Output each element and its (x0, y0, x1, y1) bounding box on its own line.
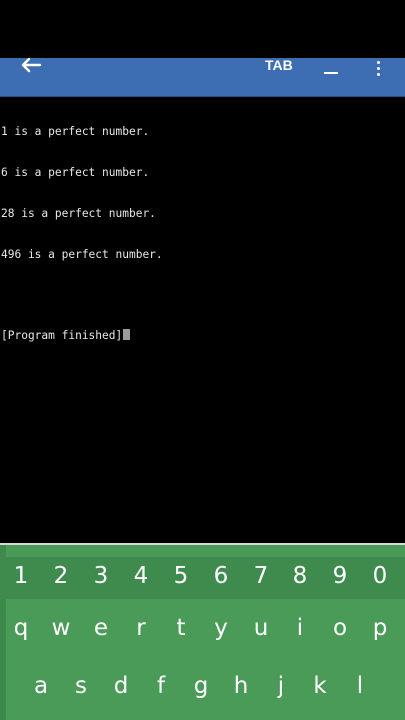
key-t[interactable]: t (161, 603, 201, 655)
key-9[interactable]: 9 (320, 557, 360, 599)
terminal-line: 496 is a perfect number. (1, 247, 163, 261)
extra-keys-toolbar: TAB (0, 57, 405, 97)
tab-key[interactable]: TAB (265, 58, 293, 72)
key-j[interactable]: j (261, 661, 301, 713)
key-h[interactable]: h (221, 661, 261, 713)
key-r[interactable]: r (121, 603, 161, 655)
text-cursor (123, 329, 131, 341)
key-o[interactable]: o (320, 603, 360, 655)
letter-row-top: q w e r t y u i o p (0, 603, 405, 655)
arrow-left-icon[interactable] (18, 57, 44, 78)
letter-row-middle: a s d f g h j k l (0, 661, 405, 713)
key-d[interactable]: d (101, 661, 141, 713)
key-6[interactable]: 6 (201, 557, 241, 599)
key-q[interactable]: q (1, 603, 41, 655)
terminal-line: [Program finished] (1, 329, 123, 343)
key-l[interactable]: l (340, 661, 380, 713)
terminal-line-cursor: [Program finished] (1, 329, 405, 343)
terminal-screen: TAB 1 is a perfect number. 6 is a perfec… (0, 0, 405, 720)
minimize-icon[interactable] (322, 58, 340, 78)
key-0[interactable]: 0 (360, 557, 400, 599)
key-u[interactable]: u (241, 603, 281, 655)
key-2[interactable]: 2 (41, 557, 81, 599)
terminal-output[interactable]: 1 is a perfect number. 6 is a perfect nu… (1, 98, 405, 543)
key-8[interactable]: 8 (280, 557, 320, 599)
terminal-line: 6 is a perfect number. (1, 165, 150, 179)
number-row: 1 2 3 4 5 6 7 8 9 0 (0, 557, 405, 599)
key-p[interactable]: p (360, 603, 400, 655)
key-4[interactable]: 4 (121, 557, 161, 599)
key-1[interactable]: 1 (1, 557, 41, 599)
key-7[interactable]: 7 (241, 557, 281, 599)
key-a[interactable]: a (21, 661, 61, 713)
key-s[interactable]: s (61, 661, 101, 713)
key-i[interactable]: i (280, 603, 320, 655)
key-f[interactable]: f (141, 661, 181, 713)
more-vertical-icon[interactable] (370, 60, 386, 78)
key-w[interactable]: w (41, 603, 81, 655)
terminal-line: 28 is a perfect number. (1, 206, 156, 220)
key-5[interactable]: 5 (161, 557, 201, 599)
key-3[interactable]: 3 (81, 557, 121, 599)
terminal-line: 1 is a perfect number. (1, 125, 150, 139)
key-g[interactable]: g (181, 661, 221, 713)
key-k[interactable]: k (300, 661, 340, 713)
key-e[interactable]: e (81, 603, 121, 655)
key-y[interactable]: y (201, 603, 241, 655)
soft-keyboard: 1 2 3 4 5 6 7 8 9 0 q w e r t y u i o p … (0, 543, 405, 720)
